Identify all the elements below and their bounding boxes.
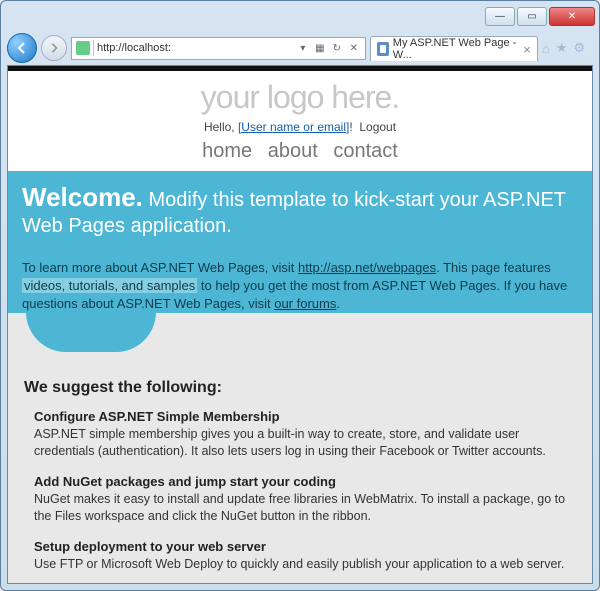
suggestion-body: Use FTP or Microsoft Web Deploy to quick… (34, 556, 576, 573)
address-bar[interactable]: ▾ ▦ ↻ ✕ (71, 37, 366, 60)
intro-paragraph: To learn more about ASP.NET Web Pages, v… (8, 253, 592, 314)
hello-text: Hello, (204, 120, 238, 134)
compat-view-icon[interactable]: ▦ (313, 41, 327, 55)
hero-banner: Welcome. Modify this template to kick-st… (8, 171, 592, 253)
suggestion-body: NuGet makes it easy to install and updat… (34, 491, 576, 525)
login-status: Hello, [User name or email]! Logout (8, 120, 592, 140)
browser-window: — ▭ ✕ ▾ ▦ ↻ ✕ My ASP.NET Web Page - W...… (0, 0, 600, 591)
intro-text-4: . (336, 296, 340, 311)
suggestion-item: Add NuGet packages and jump start your c… (24, 474, 576, 525)
suggestions-heading: We suggest the following: (24, 379, 576, 397)
browser-toolbar: ▾ ▦ ↻ ✕ My ASP.NET Web Page - W... × ⌂ ★… (1, 31, 599, 65)
intro-text-1: To learn more about ASP.NET Web Pages, v… (22, 260, 298, 275)
viewport: your logo here. Hello, [User name or ema… (7, 65, 593, 584)
suggestion-item: Setup deployment to your web server Use … (24, 539, 576, 573)
username-link[interactable]: [User name or email] (238, 120, 349, 134)
tab-title: My ASP.NET Web Page - W... (393, 37, 517, 61)
tab-favicon-icon (377, 42, 389, 56)
tab-strip: My ASP.NET Web Page - W... × (370, 35, 538, 61)
site-logo[interactable]: your logo here. (8, 71, 592, 120)
hero-curve (26, 312, 156, 352)
aspnet-link[interactable]: http://asp.net/webpages (298, 260, 436, 275)
main-nav: home about contact (8, 140, 592, 171)
browser-tab[interactable]: My ASP.NET Web Page - W... × (370, 36, 538, 61)
suggestion-title: Add NuGet packages and jump start your c… (34, 474, 576, 489)
tools-gear-icon[interactable]: ⚙ (573, 40, 585, 56)
logout-link[interactable]: Logout (359, 120, 396, 134)
suggestion-title: Configure ASP.NET Simple Membership (34, 409, 576, 424)
intro-text-2: . This page features (436, 260, 551, 275)
site-icon (76, 41, 90, 55)
suggestion-title: Setup deployment to your web server (34, 539, 576, 554)
nav-contact[interactable]: contact (333, 140, 397, 162)
browser-tools: ⌂ ★ ⚙ (542, 40, 593, 56)
nav-about[interactable]: about (268, 140, 318, 162)
favorites-icon[interactable]: ★ (556, 40, 568, 56)
features-highlight[interactable]: videos, tutorials, and samples (22, 278, 197, 293)
address-input[interactable] (97, 42, 293, 54)
nav-home[interactable]: home (202, 140, 252, 162)
refresh-icon[interactable]: ↻ (330, 41, 344, 55)
hello-sep: ! (349, 120, 352, 134)
window-titlebar: — ▭ ✕ (1, 1, 599, 31)
suggestion-body: ASP.NET simple membership gives you a bu… (34, 426, 576, 460)
hero-title: Welcome. (22, 182, 143, 212)
page: your logo here. Hello, [User name or ema… (8, 71, 592, 584)
suggestion-item: Configure ASP.NET Simple Membership ASP.… (24, 409, 576, 460)
stop-icon[interactable]: ✕ (347, 41, 361, 55)
home-icon[interactable]: ⌂ (542, 41, 550, 56)
forums-link[interactable]: our forums (274, 296, 336, 311)
window-maximize-button[interactable]: ▭ (517, 7, 547, 26)
tab-close-icon[interactable]: × (523, 42, 531, 57)
nav-forward-button[interactable] (41, 35, 67, 61)
search-dropdown-icon[interactable]: ▾ (296, 41, 310, 55)
suggestions-section: We suggest the following: Configure ASP.… (8, 353, 592, 584)
nav-back-button[interactable] (7, 33, 37, 63)
window-close-button[interactable]: ✕ (549, 7, 595, 26)
window-minimize-button[interactable]: — (485, 7, 515, 26)
